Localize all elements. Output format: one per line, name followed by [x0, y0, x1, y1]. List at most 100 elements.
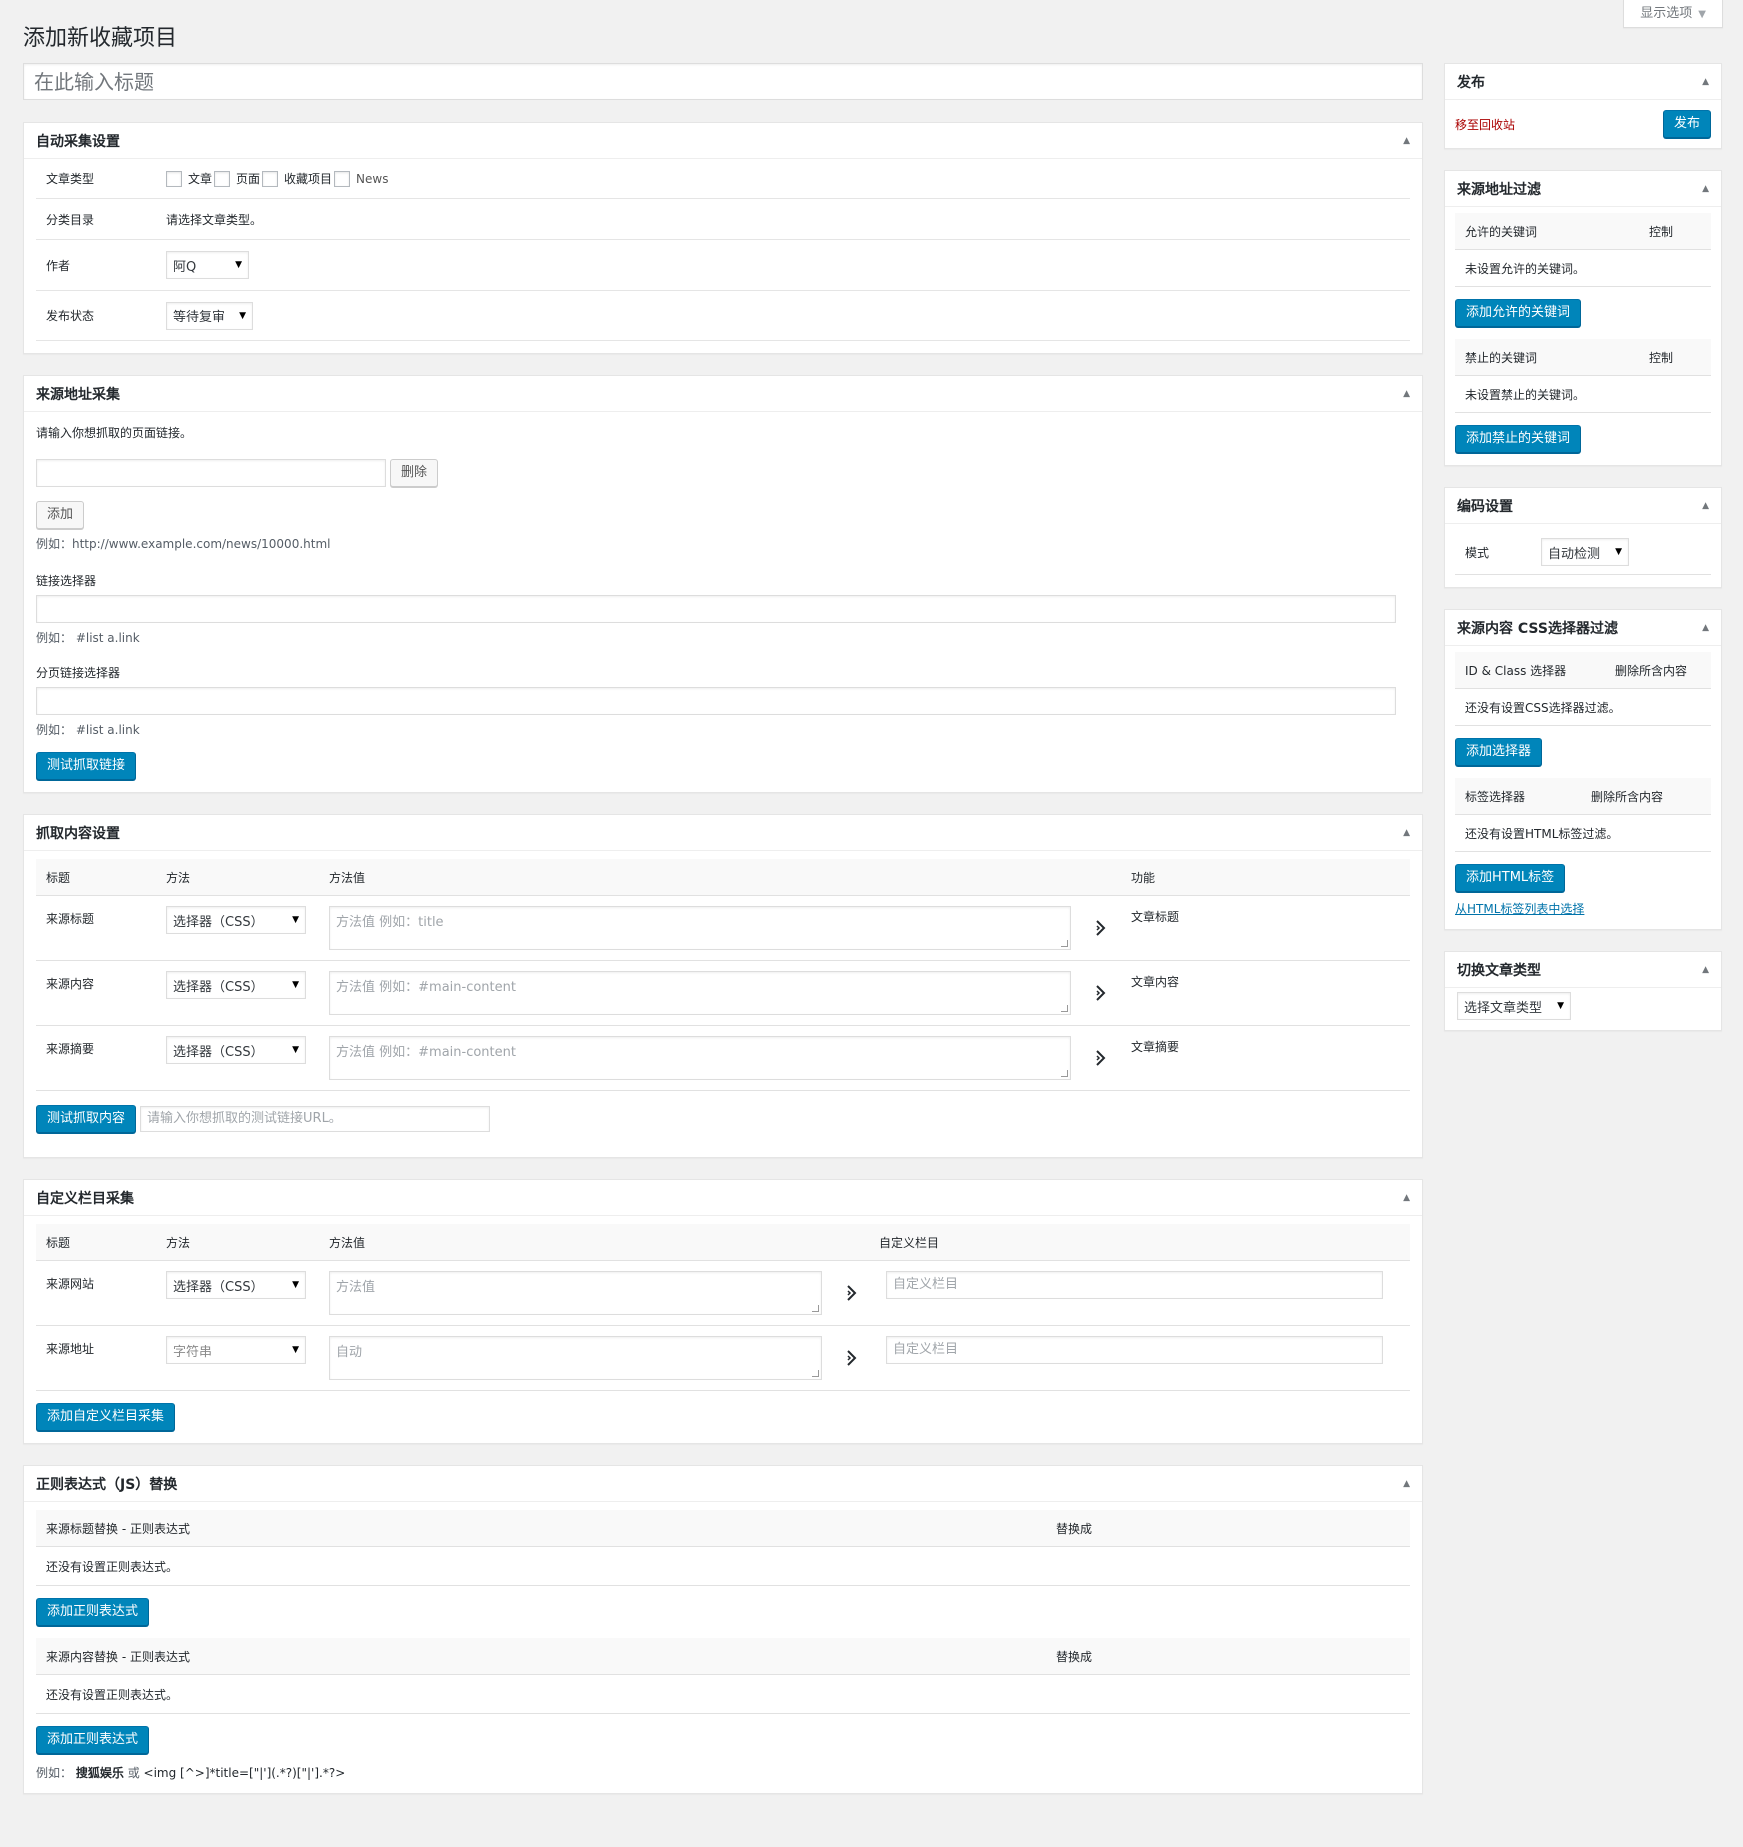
add-custom-field-button[interactable]: 添加自定义栏目采集: [36, 1403, 176, 1431]
collapse-icon[interactable]: ▲: [1702, 965, 1709, 975]
publish-button[interactable]: 发布: [1662, 110, 1711, 138]
encoding-header[interactable]: 编码设置 ▲: [1445, 488, 1721, 524]
category-label: 分类目录: [46, 212, 95, 227]
regex-content-table-header: 来源内容替换 - 正则表达式 替换成: [36, 1638, 1410, 1675]
screen-options-button[interactable]: 显示选项 ▼: [1623, 0, 1723, 28]
add-html-tag-button[interactable]: 添加HTML标签: [1455, 864, 1566, 892]
test-url-input[interactable]: 请输入你想抓取的测试链接URL。: [140, 1106, 491, 1132]
column-header: 禁止的关键词: [1465, 350, 1538, 365]
collapse-icon[interactable]: ▲: [1403, 389, 1410, 399]
column-header: 控制: [1648, 224, 1673, 239]
method-value: 选择器（CSS）: [173, 1044, 264, 1060]
caret-down-icon: ▼: [1698, 9, 1706, 20]
method-value: 选择器（CSS）: [173, 1279, 264, 1295]
method-value: 选择器（CSS）: [173, 914, 264, 930]
method-value-textarea[interactable]: 方法值 例如：#main-content: [329, 1036, 1071, 1080]
column-header: 自定义栏目: [879, 1235, 940, 1250]
table-row: 来源内容 选择器（CSS） ▼ 方法值 例如：#main-content 文章内容: [36, 961, 1410, 1026]
main-column: 在此输入标题 自动采集设置 ▲ 文章类型 文章 页面 收藏项目 News 分类目…: [23, 63, 1423, 1815]
status-select[interactable]: 等待复审 ▼: [166, 301, 253, 330]
author-select[interactable]: 阿Q ▼: [166, 251, 249, 279]
post-type-row: 文章类型 文章 页面 收藏项目 News: [36, 159, 1410, 199]
custom-fields-header[interactable]: 自定义栏目采集 ▲: [24, 1180, 1422, 1216]
column-header: 标题: [46, 870, 71, 885]
custom-table-header: 标题 方法 方法值 自定义栏目: [36, 1224, 1410, 1261]
column-header: ID & Class 选择器: [1465, 663, 1567, 678]
column-header: 标签选择器: [1465, 789, 1526, 804]
collapse-icon[interactable]: ▲: [1403, 1193, 1410, 1203]
add-allow-keyword-button[interactable]: 添加允许的关键词: [1455, 299, 1582, 327]
method-value: 选择器（CSS）: [173, 979, 264, 995]
switch-type-header[interactable]: 切换文章类型 ▲: [1445, 952, 1721, 988]
dropdown-arrow-icon: ▼: [292, 980, 299, 990]
delete-url-button[interactable]: 删除: [390, 459, 439, 487]
dropdown-arrow-icon: ▼: [292, 1345, 299, 1355]
checkbox-label: 页面: [236, 172, 261, 186]
page-selector-input[interactable]: [36, 687, 1396, 715]
checkbox-post[interactable]: [166, 170, 182, 187]
regex-empty-row: 还没有设置正则表达式。: [36, 1675, 1410, 1714]
custom-field-input[interactable]: 自定义栏目: [886, 1336, 1383, 1364]
collapse-icon[interactable]: ▲: [1702, 623, 1709, 633]
method-select[interactable]: 选择器（CSS） ▼: [166, 906, 306, 934]
regex-header[interactable]: 正则表达式（JS）替换 ▲: [24, 1466, 1422, 1502]
checkbox-collection[interactable]: [262, 170, 279, 187]
source-url-input[interactable]: [36, 459, 386, 487]
publish-header[interactable]: 发布 ▲: [1445, 64, 1721, 100]
test-content-row: 测试抓取内容 请输入你想抓取的测试链接URL。: [36, 1105, 1410, 1133]
method-select[interactable]: 选择器（CSS） ▼: [166, 1036, 306, 1064]
post-type-label: 文章类型: [46, 172, 95, 186]
sidebar: 发布 ▲ 移至回收站 发布 来源地址过滤 ▲ 允许的关键词 控制 未设置允许的关…: [1444, 63, 1722, 1052]
css-filter-header[interactable]: 来源内容 CSS选择器过滤 ▲: [1445, 610, 1721, 646]
id-class-table-header: ID & Class 选择器 删除所含内容: [1455, 652, 1711, 689]
collapse-icon[interactable]: ▲: [1702, 501, 1709, 511]
author-label: 作者: [46, 258, 71, 273]
add-deny-keyword-button[interactable]: 添加禁止的关键词: [1455, 425, 1582, 453]
collapse-icon[interactable]: ▲: [1702, 184, 1709, 194]
link-selector-input[interactable]: [36, 595, 1396, 623]
collapse-icon[interactable]: ▲: [1403, 136, 1410, 146]
checkbox-page[interactable]: [214, 170, 231, 187]
title-input[interactable]: 在此输入标题: [23, 63, 1423, 100]
method-value-textarea[interactable]: 自动: [329, 1336, 822, 1380]
add-selector-button[interactable]: 添加选择器: [1455, 738, 1543, 766]
custom-field-input[interactable]: 自定义栏目: [886, 1271, 1383, 1299]
method-value-textarea[interactable]: 方法值 例如：title: [329, 906, 1071, 950]
add-title-regex-button[interactable]: 添加正则表达式: [36, 1598, 150, 1626]
choose-from-tag-list-link[interactable]: 从HTML标签列表中选择: [1455, 902, 1584, 916]
collapse-icon[interactable]: ▲: [1403, 828, 1410, 838]
box-title: 抓取内容设置: [36, 825, 120, 842]
add-url-button[interactable]: 添加: [36, 501, 85, 529]
method-value-textarea[interactable]: 方法值: [329, 1271, 822, 1315]
empty-text: 还没有设置CSS选择器过滤。: [1465, 700, 1621, 715]
method-select[interactable]: 选择器（CSS） ▼: [166, 1271, 306, 1299]
box-title: 发布: [1457, 74, 1485, 91]
method-select[interactable]: 字符串 ▼: [166, 1336, 306, 1364]
column-header: 方法值: [329, 1235, 366, 1250]
auto-collect-header[interactable]: 自动采集设置 ▲: [24, 123, 1422, 159]
url-filter-header[interactable]: 来源地址过滤 ▲: [1445, 171, 1721, 207]
url-filter-box: 来源地址过滤 ▲ 允许的关键词 控制 未设置允许的关键词。 添加允许的关键词 禁…: [1444, 170, 1722, 466]
encoding-mode-row: 模式 自动检测 ▼: [1455, 530, 1711, 575]
row-function: 文章摘要: [1131, 1040, 1180, 1054]
row-title: 来源地址: [46, 1342, 95, 1356]
row-title: 来源摘要: [46, 1042, 95, 1056]
collapse-icon[interactable]: ▲: [1702, 77, 1709, 87]
collapse-icon[interactable]: ▲: [1403, 1479, 1410, 1489]
css-filter-box: 来源内容 CSS选择器过滤 ▲ ID & Class 选择器 删除所含内容 还没…: [1444, 609, 1722, 930]
content-settings-header[interactable]: 抓取内容设置 ▲: [24, 815, 1422, 851]
test-content-button[interactable]: 测试抓取内容: [36, 1105, 137, 1133]
encoding-mode-select[interactable]: 自动检测 ▼: [1541, 538, 1629, 566]
method-value-textarea[interactable]: 方法值 例如：#main-content: [329, 971, 1071, 1015]
move-to-trash-link[interactable]: 移至回收站: [1455, 116, 1515, 133]
method-select[interactable]: 选择器（CSS） ▼: [166, 971, 306, 999]
column-header: 删除所含内容: [1590, 789, 1663, 804]
chevron-right-icon: [1090, 971, 1112, 1015]
checkbox-news[interactable]: [334, 170, 351, 187]
add-content-regex-button[interactable]: 添加正则表达式: [36, 1726, 150, 1754]
test-links-button[interactable]: 测试抓取链接: [36, 752, 137, 780]
post-type-select[interactable]: 选择文章类型 ▼: [1457, 992, 1571, 1020]
source-url-header[interactable]: 来源地址采集 ▲: [24, 376, 1422, 412]
allow-empty-row: 未设置允许的关键词。: [1455, 250, 1711, 287]
table-row: 来源地址 字符串 ▼ 自动 自定义栏目: [36, 1326, 1410, 1391]
